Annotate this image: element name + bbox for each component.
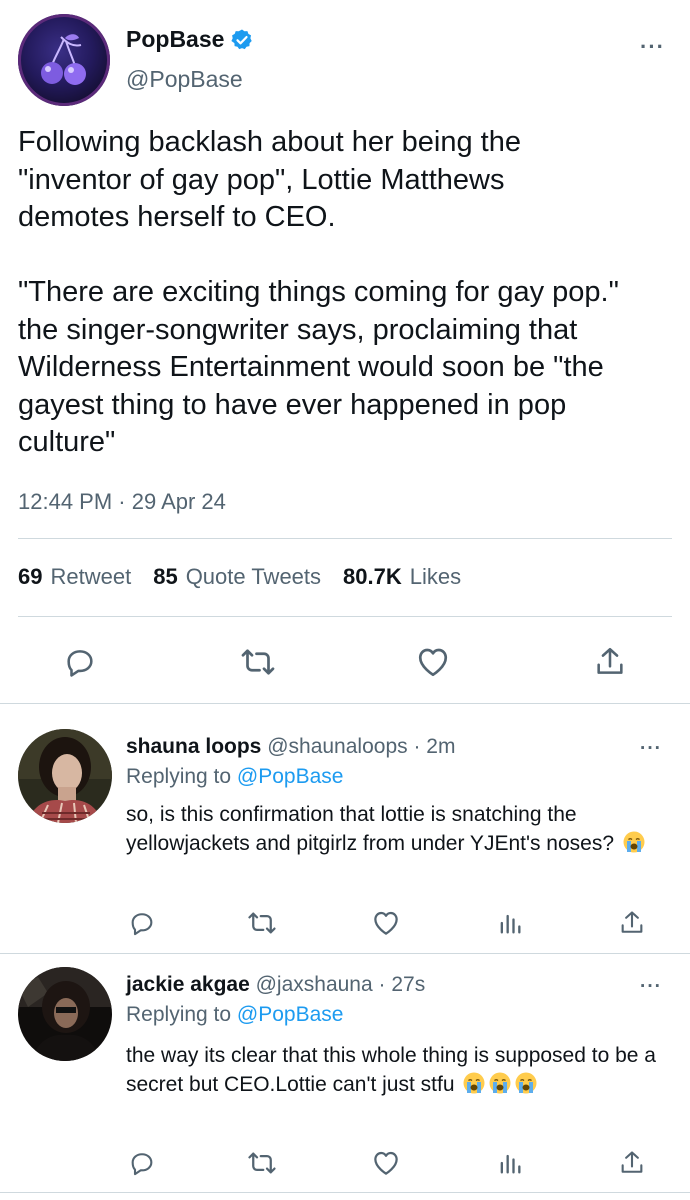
more-options-icon[interactable]: ··· [640,36,665,58]
retweet-icon [248,912,276,934]
likes-stat[interactable]: 80.7K Likes [343,564,461,590]
heart-icon [418,648,448,677]
likes-count: 80.7K [343,564,402,589]
share-button[interactable] [616,1147,648,1179]
author-name[interactable]: PopBase [126,26,224,53]
reply-time[interactable]: · 2m [413,735,455,758]
retweets-count: 69 [18,564,43,589]
replying-mention[interactable]: @PopBase [237,1003,344,1026]
author-handle[interactable]: @PopBase [126,66,243,93]
retweet-icon [241,649,275,675]
analytics-button[interactable] [494,907,526,939]
avatar[interactable] [18,729,112,823]
reply-button[interactable] [126,1147,158,1179]
share-button[interactable] [616,907,648,939]
cherry-logo-icon [41,34,86,85]
more-options-icon[interactable]: ··· [640,977,662,996]
replying-prefix: Replying to [126,765,232,788]
verified-badge-icon [231,29,253,49]
retweets-stat[interactable]: 69 Retweet [18,564,131,590]
divider [18,538,672,539]
reply-icon [131,1153,153,1176]
like-button[interactable] [370,1147,402,1179]
avatar-photo [18,729,112,823]
like-button[interactable] [415,644,451,680]
heart-icon [374,911,398,935]
loudly-crying-face-icon [623,831,645,853]
divider [0,1192,690,1193]
reply-text: the way its clear that this whole thing … [126,1044,656,1096]
reply-author-handle[interactable]: @jaxshauna [256,973,373,996]
reply-button[interactable] [62,644,98,680]
reply-header: shauna loops @shaunaloops · 2m [126,735,455,759]
popbase-avatar[interactable] [18,14,110,106]
reply-icon [67,650,93,677]
replying-to: Replying to @PopBase [126,765,343,789]
avatar[interactable] [18,967,112,1061]
engagement-stats: 69 Retweet 85 Quote Tweets 80.7K Likes [18,564,461,590]
retweet-button[interactable] [246,907,278,939]
author-name-row: PopBase [126,26,254,53]
reply-tweet[interactable]: shauna loops @shaunaloops · 2m ··· Reply… [0,703,690,953]
retweet-icon [248,1152,276,1174]
retweet-button[interactable] [246,1147,278,1179]
reply-author-handle[interactable]: @shaunaloops [267,735,407,758]
reply-header: jackie akgae @jaxshauna · 27s [126,973,425,997]
loudly-crying-face-icon [463,1072,485,1094]
quotes-count: 85 [153,564,178,589]
reply-text-block: the way its clear that this whole thing … [126,1041,674,1099]
reply-text: so, is this confirmation that lottie is … [126,803,615,855]
share-icon [621,1151,643,1173]
reply-text-block: so, is this confirmation that lottie is … [126,800,674,858]
reply-icon [131,913,153,936]
analytics-icon [500,914,521,934]
like-button[interactable] [370,907,402,939]
more-options-icon[interactable]: ··· [640,739,662,758]
reply-actions [0,907,690,943]
analytics-icon [500,1154,521,1174]
quotes-label: Quote Tweets [185,564,322,589]
divider [18,616,672,617]
tweet-timestamp[interactable]: 12:44 PM · 29 Apr 24 [18,489,226,515]
main-tweet: PopBase @PopBase ··· Following backlash … [0,0,690,700]
replying-prefix: Replying to [126,1003,232,1026]
tweet-text: Following backlash about her being the "… [18,126,619,458]
likes-label: Likes [409,564,462,589]
share-icon [597,647,623,674]
share-button[interactable] [592,644,628,680]
main-tweet-actions [0,638,690,686]
retweet-button[interactable] [240,644,276,680]
reply-tweet[interactable]: jackie akgae @jaxshauna · 27s ··· Replyi… [0,953,690,1200]
reply-time[interactable]: · 27s [379,973,426,996]
loudly-crying-face-icon [489,1072,511,1094]
heart-icon [374,1151,398,1175]
reply-author-name[interactable]: shauna loops [126,735,261,758]
analytics-button[interactable] [494,1147,526,1179]
reply-actions [0,1147,690,1183]
reply-button[interactable] [126,907,158,939]
avatar-photo [18,967,112,1061]
retweets-label: Retweet [50,564,132,589]
replying-mention[interactable]: @PopBase [237,765,344,788]
quotes-stat[interactable]: 85 Quote Tweets [153,564,321,590]
share-icon [621,911,643,933]
loudly-crying-face-icon [515,1072,537,1094]
replying-to: Replying to @PopBase [126,1003,343,1027]
reply-author-name[interactable]: jackie akgae [126,973,250,996]
